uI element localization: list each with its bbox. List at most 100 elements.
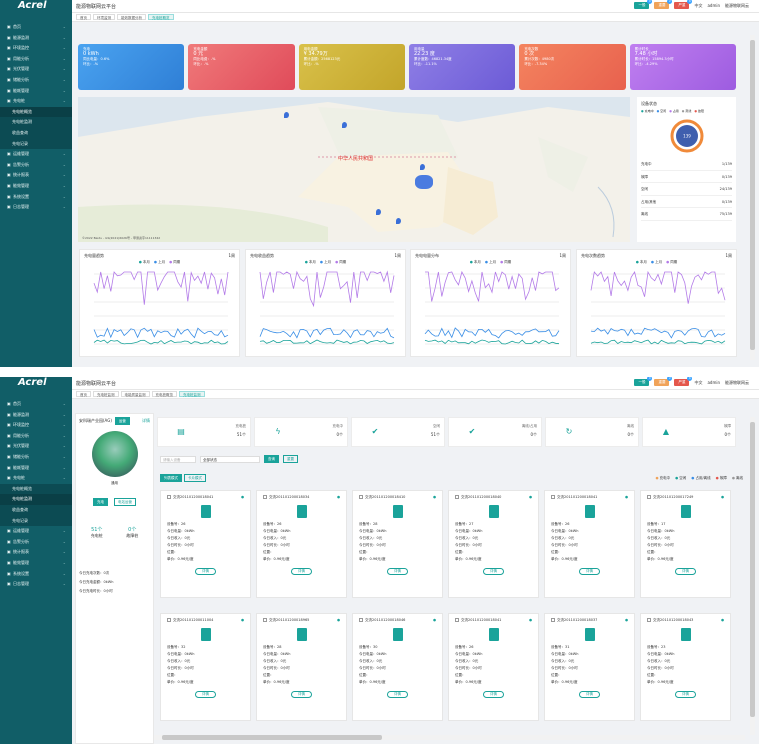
sidebar-item[interactable]: ▣ 能源监测 ⌄ xyxy=(0,33,72,44)
sidebar-item[interactable]: ▣ 用能分析 ⌄ xyxy=(0,431,72,442)
detail-button[interactable]: 详情 xyxy=(579,568,600,575)
chart-range[interactable]: 1周 xyxy=(559,253,566,259)
sidebar-subitem[interactable]: 充电桩监测 xyxy=(0,494,72,505)
user-menu[interactable]: admin xyxy=(707,380,720,385)
checkbox[interactable] xyxy=(263,618,267,622)
user-menu[interactable]: admin xyxy=(707,3,720,8)
charger-card[interactable]: 交流201101200018046 ● 设备号：30 今日电量：0kWh 今日收入：0元… xyxy=(352,613,443,721)
search-input[interactable]: 请输入设备 xyxy=(160,455,196,463)
sidebar-item[interactable]: ▣ 运维管理 ⌄ xyxy=(0,149,72,160)
checkbox[interactable] xyxy=(551,618,555,622)
detail-button[interactable]: 详情 xyxy=(483,568,504,575)
charger-card[interactable]: 交流201101200018965 ● 设备号：28 今日电量：0kWh 今日收入：0元… xyxy=(256,613,347,721)
checkbox[interactable] xyxy=(455,495,459,499)
map-panel[interactable]: 中华人民共和国 ©2022 Baidu - GS(2021)6026号 - 甲测… xyxy=(78,97,630,242)
alarm-severe-badge[interactable]: 严重 6 xyxy=(674,377,693,386)
charger-card[interactable]: 交流201101200018037 ● 设备号：31 今日电量：0kWh 今日收入：0元… xyxy=(544,613,635,721)
detail-button[interactable]: 详情 xyxy=(387,691,408,698)
detail-button[interactable]: 详情 xyxy=(387,568,408,575)
sidebar-item[interactable]: ▣ 日志管理 ⌄ xyxy=(0,579,72,590)
alarm-severe-badge[interactable]: 严重 6 xyxy=(674,0,693,9)
charger-card[interactable]: 交流201101200018034 ● 设备号：26 今日电量：0kWh 今日收入：0元… xyxy=(256,490,347,598)
sidebar-item[interactable]: ▣ 能源监测 ⌄ xyxy=(0,410,72,421)
stat-card[interactable]: ϟ 充电中 0个 xyxy=(254,417,348,447)
status-select[interactable]: 全部状态 xyxy=(200,455,260,463)
detail-button[interactable]: 详情 xyxy=(579,691,600,698)
sidebar-item[interactable]: ▣ 储能分析 ⌄ xyxy=(0,452,72,463)
sidebar-item[interactable]: ▣ 日志管理 ⌄ xyxy=(0,202,72,213)
detail-button[interactable]: 详情 xyxy=(675,691,696,698)
summary-card[interactable]: 累计时长 7.48 小时 累计时长：15894.3小时 环比：-4.29% xyxy=(629,44,736,90)
scrollbar[interactable] xyxy=(750,417,755,735)
chart-range[interactable]: 1周 xyxy=(228,253,235,259)
checkbox[interactable] xyxy=(167,495,171,499)
sidebar-item[interactable]: ▣ 系统设置 ⌄ xyxy=(0,569,72,580)
sidebar-item[interactable]: ▣ 能效管理 ⌄ xyxy=(0,181,72,192)
list-view-button[interactable]: 列表模式 xyxy=(160,474,182,482)
alarm-normal-badge[interactable]: 一般 0 xyxy=(634,0,653,9)
sidebar-item[interactable]: ▣ 充电桩 ⌄ xyxy=(0,473,72,484)
operation-tab-button[interactable]: 电站运营 xyxy=(114,498,136,506)
stat-card[interactable]: ↻ 离线 0个 xyxy=(545,417,639,447)
sidebar-item[interactable]: ▣ 运维管理 ⌄ xyxy=(0,526,72,537)
sidebar-item[interactable]: ▣ 能耗管理 ⌄ xyxy=(0,463,72,474)
sidebar-item[interactable]: ▣ 充电桩 ⌄ xyxy=(0,96,72,107)
sidebar-item[interactable]: ▣ 储能分析 ⌄ xyxy=(0,75,72,86)
language-select[interactable]: 中文 xyxy=(694,3,702,9)
sidebar-item[interactable]: ▣ 首页 ⌄ xyxy=(0,22,72,33)
detail-button[interactable]: 详情 xyxy=(291,568,312,575)
map-marker[interactable] xyxy=(396,218,401,224)
summary-card[interactable]: 充电 0 kWh 同比电量：0.6% 环比：-% xyxy=(78,44,185,90)
tab[interactable]: 充电桩概览 xyxy=(151,391,177,397)
checkbox[interactable] xyxy=(167,618,171,622)
tab[interactable]: 充电桩监测 xyxy=(93,391,119,397)
detail-button[interactable]: 详情 xyxy=(291,691,312,698)
tab[interactable]: 能效数据分析 xyxy=(117,14,146,20)
checkbox[interactable] xyxy=(647,495,651,499)
charger-card[interactable]: 交流201101200018040 ● 设备号：27 今日电量：0kWh 今日收入：0元… xyxy=(448,490,539,598)
summary-card[interactable]: 用电金额 ¥ 34.79万 累计金额：2568123元 环比：-% xyxy=(298,44,405,90)
sidebar-subitem[interactable]: 充电桩监测 xyxy=(0,117,72,128)
charger-card[interactable]: 交流201101200018041 ● 设备号：26 今日电量：0kWh 今日收入：0元… xyxy=(544,490,635,598)
sidebar-item[interactable]: ▣ 系统设置 ⌄ xyxy=(0,192,72,203)
charger-card[interactable]: 交流201101200018043 ● 设备号：23 今日电量：0kWh 今日收入：0元… xyxy=(640,613,731,721)
sidebar-item[interactable]: ▣ 光伏管理 ⌄ xyxy=(0,441,72,452)
sidebar-item[interactable]: ▣ 首页 ⌄ xyxy=(0,399,72,410)
detail-button[interactable]: 详情 xyxy=(483,691,504,698)
tab[interactable]: 电能质量监测 xyxy=(120,391,150,397)
charger-card[interactable]: 交流201101200011004 ● 设备号：32 今日电量：0kWh 今日收入：0元… xyxy=(160,613,251,721)
map-marker[interactable] xyxy=(420,164,425,170)
sidebar-item[interactable]: ▣ 告警分析 ⌄ xyxy=(0,537,72,548)
sidebar-item[interactable]: ▣ 统计报表 ⌄ xyxy=(0,170,72,181)
sidebar-item[interactable]: ▣ 能耗管理 ⌄ xyxy=(0,86,72,97)
sidebar-subitem[interactable]: 收益查询 xyxy=(0,127,72,139)
checkbox[interactable] xyxy=(263,495,267,499)
horizontal-scrollbar[interactable] xyxy=(154,735,745,740)
detail-button[interactable]: 详情 xyxy=(195,568,216,575)
charger-card[interactable]: 交流201101200018041 ● 设备号：26 今日电量：0kWh 今日收入：0元… xyxy=(448,613,539,721)
detail-button[interactable]: 详情 xyxy=(195,691,216,698)
project-select[interactable]: 能源物联网云 xyxy=(725,3,749,9)
alarm-normal-badge[interactable]: 一般 0 xyxy=(634,377,653,386)
map-marker[interactable] xyxy=(284,112,289,118)
charger-card[interactable]: 交流201101200017249 ● 设备号：17 今日电量：0kWh 今日收入：0元… xyxy=(640,490,731,598)
card-view-button[interactable]: 卡片模式 xyxy=(184,474,206,482)
tab[interactable]: 环境监测 xyxy=(93,14,115,20)
checkbox[interactable] xyxy=(359,618,363,622)
project-select[interactable]: 能源物联网云 xyxy=(725,380,749,386)
tab[interactable]: 充电桩监测 xyxy=(179,391,205,397)
chart-range[interactable]: 1周 xyxy=(394,253,401,259)
stat-card[interactable]: ▲ 故障 0个 xyxy=(642,417,736,447)
map-marker-cluster[interactable] xyxy=(415,175,433,189)
sidebar-subitem[interactable]: 充电记录 xyxy=(0,515,72,527)
summary-card[interactable]: 充电次数 0 次累计次数：4980次 环比：-7.34% xyxy=(519,44,626,90)
checkbox[interactable] xyxy=(551,495,555,499)
summary-card[interactable]: 用电量 22.23 度累计度数：46821.34度 环比：-11.1% xyxy=(408,44,516,90)
sidebar-item[interactable]: ▣ 环境监控 ⌄ xyxy=(0,43,72,54)
sidebar-item[interactable]: ▣ 环境监控 ⌄ xyxy=(0,420,72,431)
sidebar-subitem[interactable]: 充电桩概览 xyxy=(0,106,72,118)
checkbox[interactable] xyxy=(647,618,651,622)
reset-button[interactable]: 重置 xyxy=(283,455,298,463)
map-marker[interactable] xyxy=(376,209,381,215)
checkbox[interactable] xyxy=(455,618,459,622)
